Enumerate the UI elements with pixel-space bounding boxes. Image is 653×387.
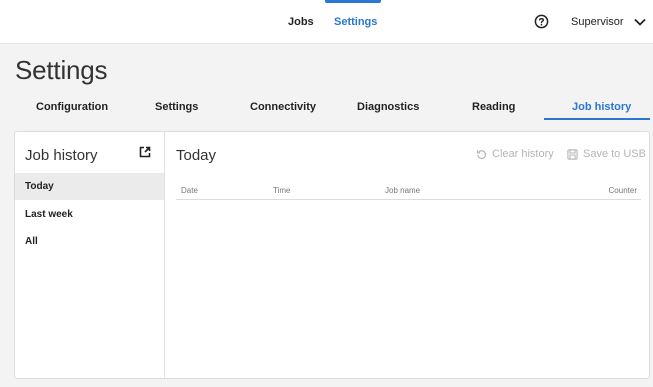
nav-jobs[interactable]: Jobs	[288, 16, 314, 28]
tab-diagnostics[interactable]: Diagnostics	[357, 101, 419, 113]
column-time[interactable]: Time	[273, 186, 290, 195]
column-job-name[interactable]: Job name	[385, 186, 420, 195]
sidebar-title: Job history	[25, 147, 98, 164]
tab-connectivity[interactable]: Connectivity	[250, 101, 316, 113]
active-nav-indicator	[325, 0, 381, 3]
sidebar-item-today[interactable]: Today	[15, 173, 164, 200]
clear-history-button[interactable]: Clear history	[476, 148, 554, 160]
column-counter[interactable]: Counter	[609, 186, 637, 195]
sidebar: Job history Today Last week All	[15, 132, 165, 378]
tab-job-history[interactable]: Job history	[572, 101, 631, 113]
active-tab-underline	[544, 118, 650, 120]
sidebar-item-all[interactable]: All	[15, 228, 164, 255]
export-icon[interactable]	[139, 146, 151, 158]
tab-settings[interactable]: Settings	[155, 101, 198, 113]
table-header: Date Time Job name Counter	[176, 182, 641, 200]
sidebar-item-last-week[interactable]: Last week	[15, 201, 164, 228]
clear-history-label: Clear history	[492, 148, 554, 160]
user-menu[interactable]: Supervisor	[571, 16, 646, 28]
nav-settings[interactable]: Settings	[334, 16, 377, 28]
column-date[interactable]: Date	[181, 186, 198, 195]
main-title: Today	[176, 147, 217, 164]
save-icon	[567, 148, 578, 160]
help-icon[interactable]	[534, 14, 549, 29]
save-to-usb-button[interactable]: Save to USB	[567, 148, 646, 160]
chevron-down-icon	[633, 18, 646, 26]
reset-icon	[476, 149, 487, 159]
job-history-panel: Job history Today Last week All Today Cl…	[14, 131, 650, 379]
tab-bar: Configuration Settings Connectivity Diag…	[0, 99, 653, 121]
tab-configuration[interactable]: Configuration	[36, 101, 108, 113]
top-bar: Jobs Settings Supervisor	[0, 0, 653, 44]
user-name: Supervisor	[571, 16, 624, 28]
page-title: Settings	[15, 55, 108, 85]
tab-reading[interactable]: Reading	[472, 101, 515, 113]
save-to-usb-label: Save to USB	[583, 148, 646, 160]
